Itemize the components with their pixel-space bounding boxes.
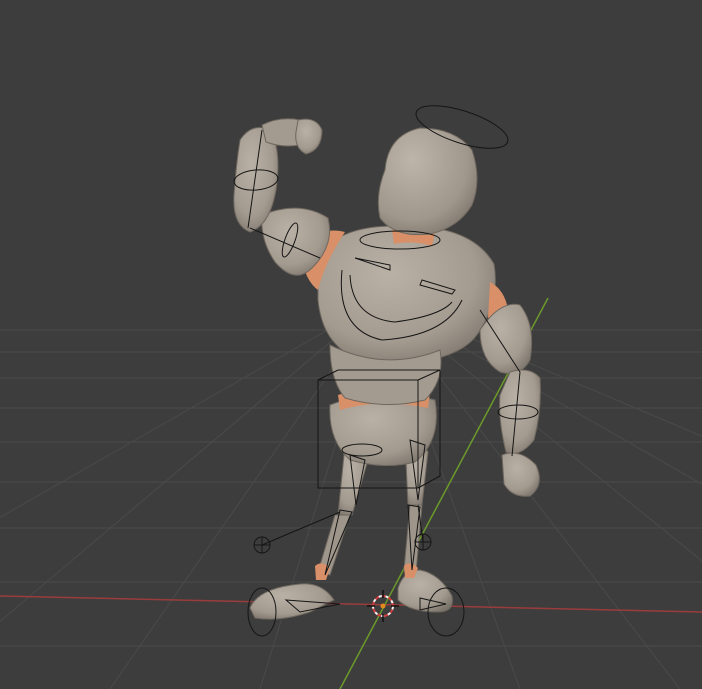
3d-viewport[interactable] xyxy=(0,0,702,689)
viewport-canvas[interactable] xyxy=(0,0,702,689)
left-knee-pole-target[interactable] xyxy=(253,536,271,554)
torso[interactable] xyxy=(317,225,496,365)
